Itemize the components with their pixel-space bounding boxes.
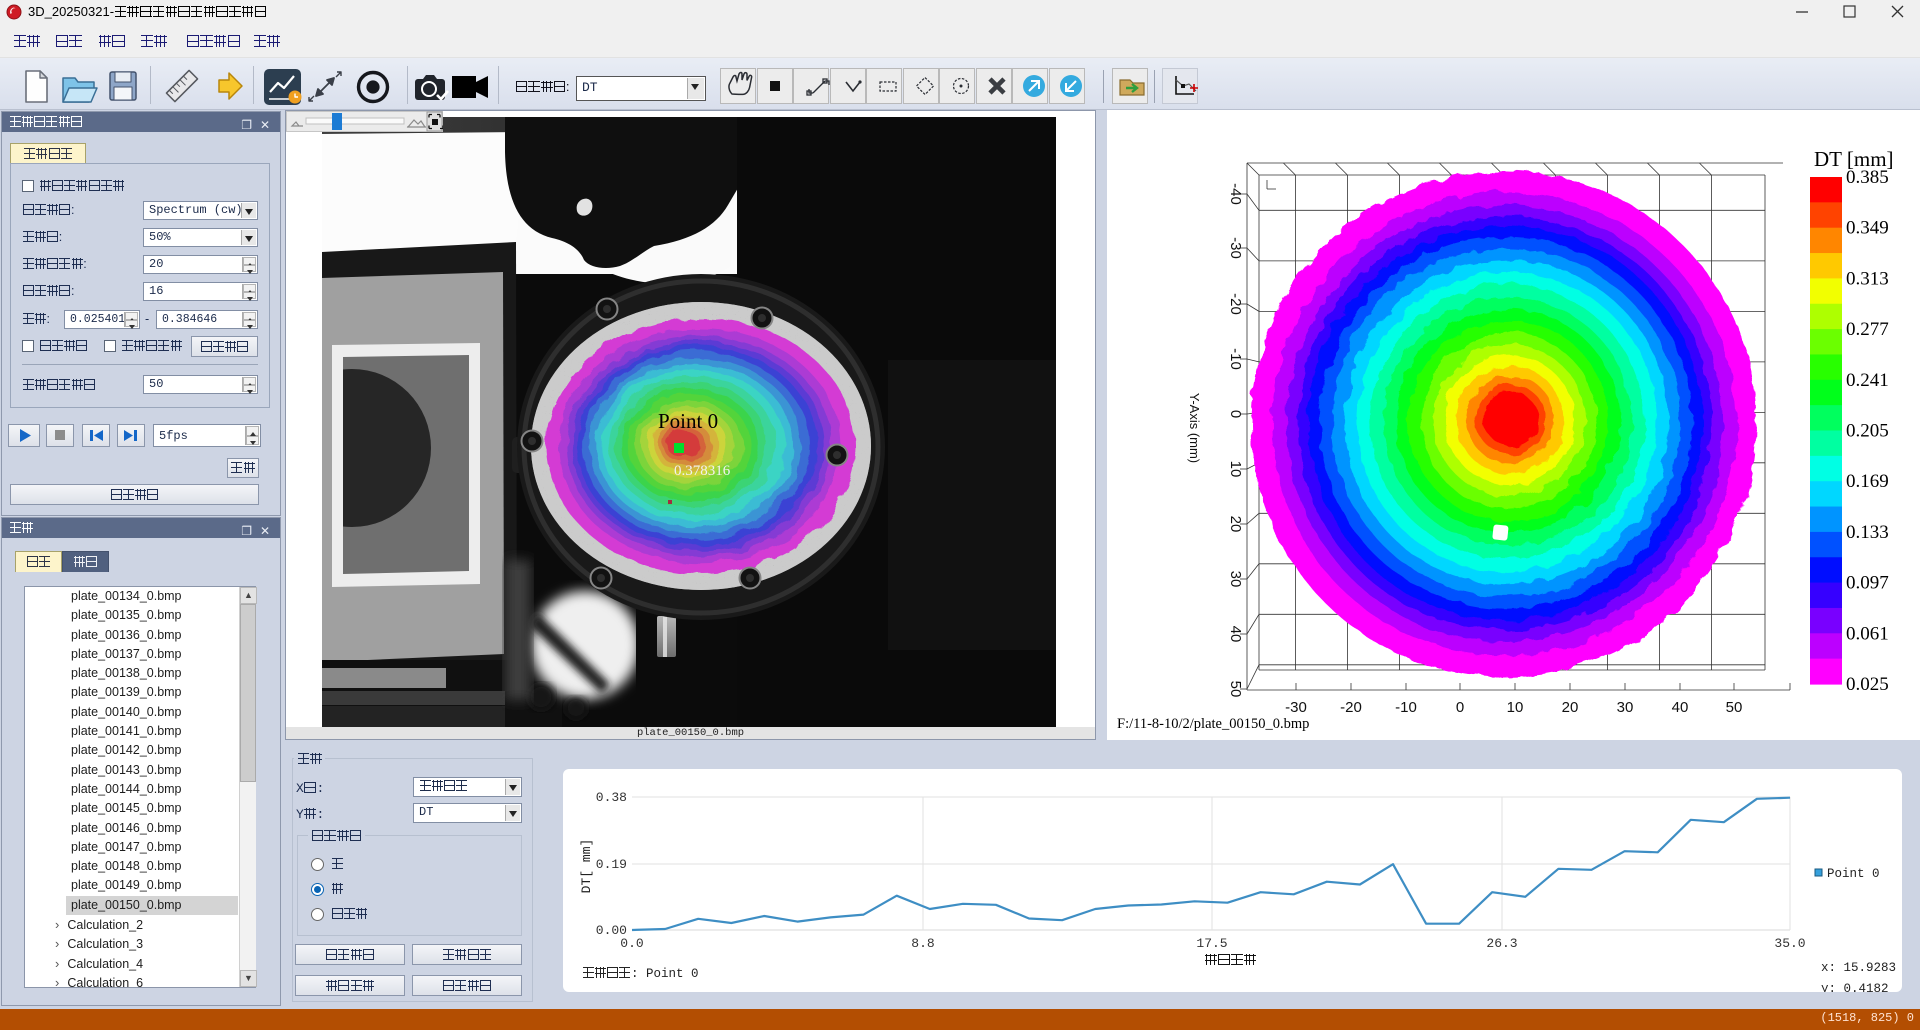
- svg-text:50: 50: [1227, 681, 1244, 698]
- svg-text:0.061: 0.061: [1846, 623, 1889, 644]
- svg-text:0.025: 0.025: [1846, 674, 1889, 695]
- svg-text:F:/11-8-10/2/plate_00150_0.bmp: F:/11-8-10/2/plate_00150_0.bmp: [1117, 716, 1309, 732]
- svg-text:30: 30: [1227, 571, 1244, 588]
- svg-text:8.8: 8.8: [911, 936, 934, 951]
- svg-text:17.5: 17.5: [1196, 936, 1227, 951]
- svg-text:30: 30: [1617, 699, 1634, 716]
- svg-text:0.205: 0.205: [1846, 421, 1889, 442]
- svg-text:26.3: 26.3: [1486, 936, 1517, 951]
- svg-text:0.349: 0.349: [1846, 218, 1889, 239]
- svg-text:-40: -40: [1227, 183, 1244, 205]
- svg-text:0: 0: [1227, 410, 1244, 418]
- svg-text:0.0: 0.0: [620, 936, 643, 951]
- svg-text:0.378316: 0.378316: [674, 463, 731, 479]
- svg-text:35.0: 35.0: [1774, 936, 1805, 951]
- svg-text:y: 0.4182: y: 0.4182: [1821, 982, 1889, 992]
- svg-text:0.169: 0.169: [1846, 471, 1889, 492]
- svg-text:10: 10: [1227, 461, 1244, 478]
- svg-text:Point 0: Point 0: [1827, 867, 1880, 881]
- svg-text:-10: -10: [1227, 348, 1244, 370]
- svg-text:-20: -20: [1227, 293, 1244, 315]
- svg-text:0.241: 0.241: [1846, 370, 1889, 391]
- svg-text:x: 15.9283: x: 15.9283: [1821, 961, 1896, 975]
- svg-text:0.097: 0.097: [1846, 573, 1889, 594]
- svg-text:0.38: 0.38: [596, 790, 627, 805]
- svg-text:0.133: 0.133: [1846, 522, 1889, 543]
- svg-text:0: 0: [1456, 699, 1464, 716]
- svg-text:10: 10: [1507, 699, 1524, 716]
- svg-text:DT[ mm]: DT[ mm]: [579, 839, 594, 894]
- svg-text:-30: -30: [1285, 699, 1307, 716]
- svg-text:50: 50: [1726, 699, 1743, 716]
- svg-text:0.19: 0.19: [596, 857, 627, 872]
- svg-text:0.277: 0.277: [1846, 319, 1889, 340]
- svg-text:Point 0: Point 0: [658, 409, 718, 433]
- svg-text:-10: -10: [1395, 699, 1417, 716]
- svg-text:40: 40: [1227, 626, 1244, 643]
- svg-text:20: 20: [1227, 516, 1244, 533]
- svg-text:-30: -30: [1227, 237, 1244, 259]
- svg-text:DT [mm]: DT [mm]: [1814, 147, 1894, 171]
- svg-text:-20: -20: [1340, 699, 1362, 716]
- svg-text:Y-Axis (mm): Y-Axis (mm): [1187, 393, 1202, 463]
- svg-text:40: 40: [1672, 699, 1689, 716]
- svg-text:20: 20: [1562, 699, 1579, 716]
- svg-text:0.313: 0.313: [1846, 268, 1889, 289]
